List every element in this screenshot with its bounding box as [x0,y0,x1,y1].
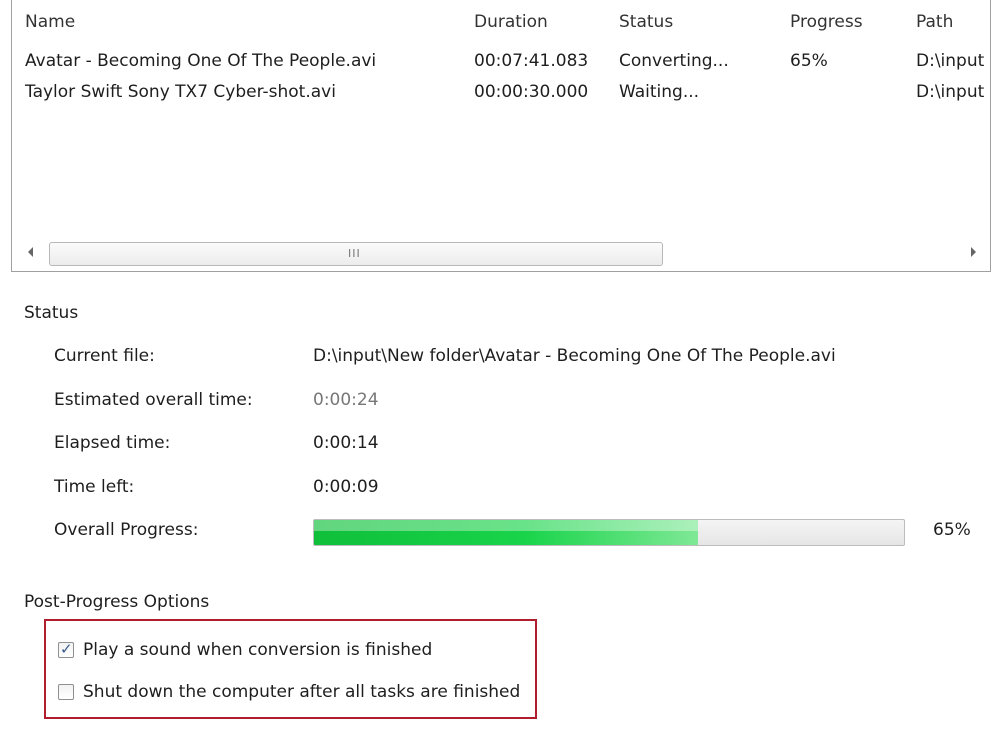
overall-progress-fill [314,520,698,545]
row-status-cell: Converting... [619,51,729,71]
shutdown-label[interactable]: Shut down the computer after all tasks a… [83,682,520,702]
row-name-cell: Avatar - Becoming One Of The People.avi [25,51,377,71]
column-header-path[interactable]: Path [916,12,953,32]
shutdown-checkbox[interactable]: ✓ [58,684,74,700]
row-duration-cell: 00:07:41.083 [474,51,589,71]
row-path-cell: D:\input [916,51,985,71]
scroll-right-icon[interactable] [971,247,976,257]
overall-progress-label: Overall Progress: [54,520,199,540]
scrollbar-thumb[interactable]: III [49,242,663,266]
column-header-duration[interactable]: Duration [474,12,548,32]
estimated-time-label: Estimated overall time: [54,390,253,410]
row-path-cell: D:\input [916,82,985,102]
column-header-status[interactable]: Status [619,12,673,32]
row-progress-cell: 65% [790,51,828,71]
elapsed-time-label: Elapsed time: [54,433,171,453]
status-section-title: Status [24,303,79,323]
elapsed-time-value: 0:00:14 [313,433,379,453]
file-list: Name Duration Status Progress Path Avata… [11,0,991,272]
scroll-left-icon[interactable] [28,247,33,257]
play-sound-checkbox[interactable]: ✓ [58,640,74,658]
time-left-value: 0:00:09 [313,477,379,497]
current-file-value: D:\input\New folder\Avatar - Becoming On… [313,346,836,366]
post-options-title: Post-Progress Options [24,592,210,612]
current-file-label: Current file: [54,346,155,366]
row-status-cell: Waiting... [619,82,700,102]
row-duration-cell: 00:00:30.000 [474,82,589,102]
time-left-label: Time left: [54,477,135,497]
column-header-progress[interactable]: Progress [790,12,863,32]
scrollbar-grip: III [348,247,361,260]
post-options-highlight-box: ✓ Play a sound when conversion is finish… [44,619,537,719]
horizontal-scrollbar[interactable]: III [12,238,990,271]
check-mark-icon: ✓ [60,640,73,658]
play-sound-label[interactable]: Play a sound when conversion is finished [83,640,432,660]
estimated-time-value: 0:00:24 [313,390,379,410]
overall-progress-percent: 65% [933,520,971,540]
row-name-cell: Taylor Swift Sony TX7 Cyber-shot.avi [25,82,336,102]
overall-progress-bar [313,519,905,546]
column-header-name[interactable]: Name [25,12,75,32]
